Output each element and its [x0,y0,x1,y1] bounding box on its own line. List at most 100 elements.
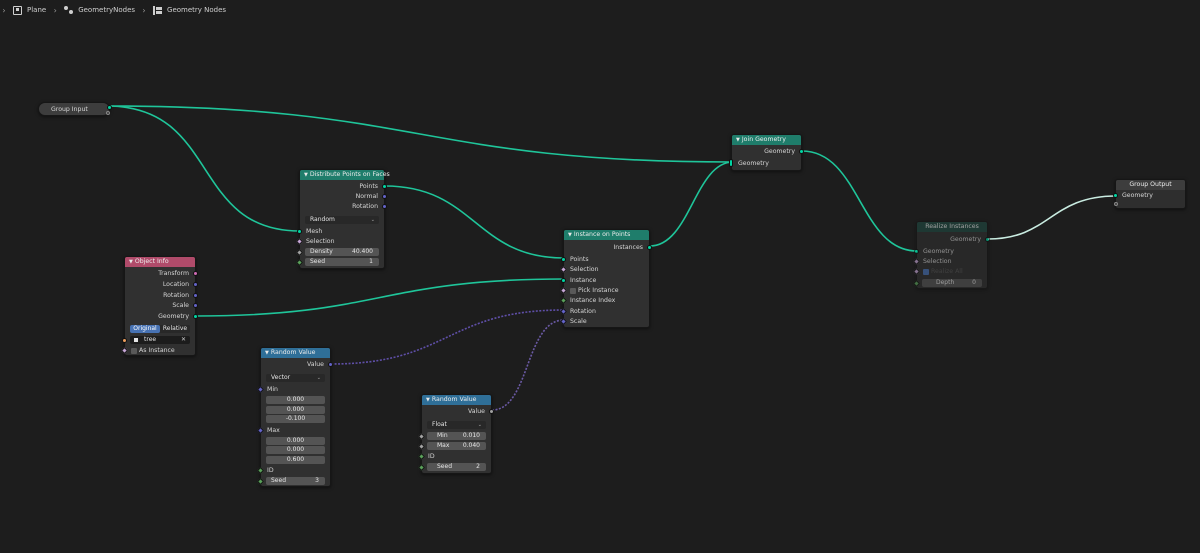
toggle-relative[interactable]: Relative [160,325,190,333]
input-socket[interactable] [729,159,733,167]
min-y-field[interactable]: 0.000 [266,406,325,414]
modifier-icon [64,5,74,15]
field-label: Seed [437,463,452,470]
pick-instance-checkbox[interactable] [570,287,576,294]
toggle-original[interactable]: Original [130,325,160,333]
link-groupinput-join[interactable] [106,105,734,163]
collapse-icon[interactable]: ▼ [129,257,133,267]
realize-all-checkbox[interactable] [923,268,929,275]
group-output-node[interactable]: Group Output Geometry [1113,179,1186,209]
input-socket-empty[interactable] [1114,202,1118,206]
input-label: Selection [570,266,599,273]
link-groupinput-mesh[interactable] [106,105,301,232]
seed-field[interactable]: Seed 1 [305,258,379,266]
max-x-field[interactable]: 0.000 [266,437,325,445]
group-input-node[interactable]: Group Input [38,102,112,116]
output-socket[interactable] [107,105,112,110]
dropdown-value: Float [432,421,447,428]
distribute-points-node[interactable]: ▼ Distribute Points on Faces Points Norma… [295,169,390,269]
output-socket-rotation[interactable] [193,293,198,298]
output-socket-transform[interactable] [193,271,198,276]
link-join-realize[interactable] [801,150,918,252]
object-selector[interactable]: tree ✕ [130,336,190,344]
collapse-icon[interactable]: ▼ [568,230,572,240]
node-title: Distribute Points on Faces [309,171,390,178]
node-header[interactable]: Realize Instances [917,222,987,232]
random-value-vector-node[interactable]: ▼ Random Value Value Vector ⌄ Min 0.000 0.… [256,347,333,487]
link-realize-output[interactable] [987,195,1117,240]
breadcrumb-object[interactable]: Plane [27,6,46,14]
chevron-down-icon: ⌄ [477,422,482,428]
output-socket-normal[interactable] [382,194,387,199]
link-vector-rotation[interactable] [330,309,565,365]
output-socket-value[interactable] [489,409,494,414]
output-label: Geometry [158,313,189,320]
output-socket-points[interactable] [382,184,387,189]
random-value-float-node[interactable]: ▼ Random Value Value Float ⌄ Min 0.010 Max 0… [417,394,494,474]
node-title: Instance on Points [573,231,631,238]
output-label: Location [162,281,189,288]
distribute-method-dropdown[interactable]: Random ⌄ [305,216,379,224]
object-info-node[interactable]: ▼ Object Info Transform Location Rotation… [120,256,198,356]
node-header[interactable]: ▼ Distribute Points on Faces [300,170,390,180]
input-socket-mesh[interactable] [297,229,302,234]
transform-space-toggle[interactable]: Original Relative [130,325,190,333]
output-socket-rotation[interactable] [382,204,387,209]
output-label: Points [359,183,378,190]
max-field[interactable]: Max 0.040 [427,442,486,450]
node-title: Object Info [134,258,169,265]
seed-field[interactable]: Seed 2 [427,463,486,471]
collapse-icon[interactable]: ▼ [304,170,308,180]
data-type-dropdown[interactable]: Vector ⌄ [266,374,325,382]
chevron-right-icon: › [53,5,57,15]
node-header[interactable]: ▼ Random Value [422,395,491,405]
input-socket-geometry[interactable] [914,249,919,254]
breadcrumb-modifier[interactable]: GeometryNodes [78,6,135,14]
output-socket-empty[interactable] [106,111,110,115]
output-socket-scale[interactable] [193,303,198,308]
field-label: Min [437,432,448,439]
chevron-right-icon: › [142,5,146,15]
collapse-icon[interactable]: ▼ [736,135,740,145]
node-header[interactable]: ▼ Join Geometry [732,135,801,145]
output-socket[interactable] [799,149,804,154]
max-y-field[interactable]: 0.000 [266,446,325,454]
link-objectinfo-instance[interactable] [195,278,565,317]
output-socket-geometry[interactable] [985,237,990,242]
as-instance-checkbox[interactable] [131,347,137,354]
input-socket-instance[interactable] [561,278,566,283]
node-header[interactable]: ▼ Instance on Points [564,230,649,240]
seed-field[interactable]: Seed 3 [266,477,325,485]
depth-field[interactable]: Depth 0 [922,279,982,287]
link-instances-join[interactable] [649,161,734,247]
input-socket[interactable] [1113,193,1118,198]
output-socket-location[interactable] [193,282,198,287]
min-x-field[interactable]: 0.000 [266,396,325,404]
collapse-icon[interactable]: ▼ [426,395,430,405]
node-header[interactable]: ▼ Object Info [125,257,195,267]
link-float-scale[interactable] [491,319,565,411]
node-title: Random Value [270,349,316,356]
output-socket-geometry[interactable] [193,314,198,319]
output-socket-instances[interactable] [647,245,652,250]
input-socket-points[interactable] [561,257,566,262]
min-field[interactable]: Min 0.010 [427,432,486,440]
instance-on-points-node[interactable]: ▼ Instance on Points Instances Points Sel… [559,229,652,328]
max-z-field[interactable]: 0.600 [266,456,325,464]
link-points-points[interactable] [384,185,565,259]
collapse-icon[interactable]: ▼ [265,348,269,358]
output-label: Rotation [163,292,189,299]
min-z-field[interactable]: -0.100 [266,415,325,423]
join-geometry-node[interactable]: ▼ Join Geometry Geometry Geometry [729,134,804,171]
breadcrumb-node-tree[interactable]: Geometry Nodes [167,6,226,14]
close-icon[interactable]: ✕ [181,336,186,344]
realize-instances-node[interactable]: Realize Instances Geometry Geometry Sele… [912,221,990,289]
output-socket-value[interactable] [328,362,333,367]
node-header[interactable]: Group Output [1116,180,1185,190]
chevron-down-icon: ⌄ [370,217,375,223]
data-type-dropdown[interactable]: Float ⌄ [427,421,486,429]
input-socket-object[interactable] [122,338,127,343]
node-header[interactable]: ▼ Random Value [261,348,330,358]
node-title: Group Output [1129,181,1172,188]
density-field[interactable]: Density 40.400 [305,248,379,256]
